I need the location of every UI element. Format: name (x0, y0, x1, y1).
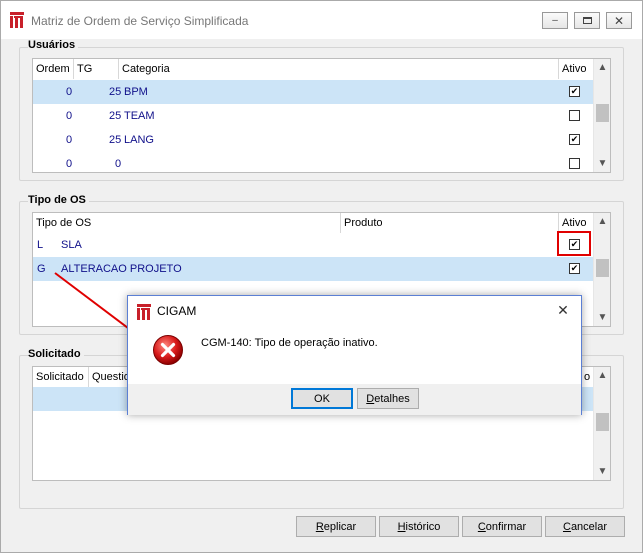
ativo-checkbox[interactable] (569, 110, 580, 121)
column-header-tipo-os[interactable]: Tipo de OS (33, 213, 341, 233)
tipo-os-scrollbar[interactable]: ▲ ▼ (593, 213, 610, 326)
scroll-up-icon[interactable]: ▲ (594, 213, 610, 230)
table-row[interactable]: 0 25 BPM ✔ (33, 80, 593, 104)
error-message: CGM-140: Tipo de operação inativo. (201, 337, 378, 349)
dialog-title: CIGAM (157, 304, 197, 318)
column-header-tg[interactable]: TG (74, 59, 119, 79)
table-row[interactable]: 0 25 LANG ✔ (33, 128, 593, 152)
cell-tg: 0 (115, 158, 122, 170)
usuarios-scrollbar[interactable]: ▲ ▼ (593, 59, 610, 172)
cell-categoria: BPM (124, 86, 148, 98)
cigam-logo-icon (10, 12, 24, 28)
table-row[interactable]: G ALTERACAO PROJETO ✔ (33, 257, 593, 281)
solicitado-scrollbar[interactable]: ▲ ▼ (593, 367, 610, 480)
cell-tg: 25 (109, 134, 122, 146)
tipo-os-grid-header: Tipo de OS Produto Ativo (33, 213, 593, 233)
close-icon: ✕ (557, 301, 569, 318)
column-header-produto[interactable]: Produto (341, 213, 559, 233)
ativo-checkbox[interactable]: ✔ (569, 86, 580, 97)
scroll-thumb[interactable] (596, 259, 609, 277)
cell-tg: 25 (109, 110, 122, 122)
main-window: Matriz de Ordem de Serviço Simplificada … (0, 0, 643, 553)
ativo-checkbox[interactable] (569, 158, 580, 169)
confirmar-button[interactable]: Confirmar (462, 516, 542, 537)
ok-label: OK (314, 392, 330, 405)
error-dialog: CIGAM ✕ CGM-140: Tipo de operação inativ… (127, 295, 582, 415)
detalhes-button[interactable]: Detalhes (357, 388, 419, 409)
highlight-box (557, 231, 591, 256)
usuarios-label: Usuários (28, 39, 79, 51)
replicar-label: Replicar (315, 520, 357, 533)
table-row[interactable]: 0 0 (33, 152, 593, 172)
historico-label: Histórico (397, 520, 441, 533)
cell-categoria: LANG (124, 134, 154, 146)
window-title: Matriz de Ordem de Serviço Simplificada (31, 14, 249, 28)
column-header-solicitado[interactable]: Solicitado (33, 367, 89, 387)
scroll-down-icon[interactable]: ▼ (594, 309, 610, 326)
scroll-thumb[interactable] (596, 413, 609, 431)
error-icon (153, 335, 183, 365)
close-button[interactable]: ✕ (606, 12, 632, 29)
ativo-checkbox[interactable]: ✔ (569, 263, 580, 274)
column-header-ordem[interactable]: Ordem (33, 59, 74, 79)
dialog-footer: OK Detalhes (128, 384, 581, 415)
close-icon: ✕ (613, 13, 625, 28)
cell-ordem: 0 (66, 158, 73, 170)
dialog-close-button[interactable]: ✕ (553, 300, 573, 320)
historico-button[interactable]: Histórico (379, 516, 459, 537)
table-row[interactable]: 0 25 TEAM (33, 104, 593, 128)
scroll-up-icon[interactable]: ▲ (594, 59, 610, 76)
confirmar-label: Confirmar (477, 520, 527, 533)
cell-categoria: TEAM (124, 110, 155, 122)
detalhes-label: Detalhes (366, 392, 410, 405)
restore-icon (582, 17, 592, 24)
minimize-button[interactable]: – (542, 12, 568, 29)
column-header-ativo[interactable]: Ativo (559, 213, 595, 233)
cancelar-button[interactable]: Cancelar (545, 516, 625, 537)
scroll-down-icon[interactable]: ▼ (594, 463, 610, 480)
usuarios-grid-header: Ordem TG Categoria Ativo (33, 59, 593, 79)
scroll-up-icon[interactable]: ▲ (594, 367, 610, 384)
column-header-categoria[interactable]: Categoria (119, 59, 559, 79)
usuarios-grid[interactable]: Ordem TG Categoria Ativo 0 25 BPM ✔ 0 25… (32, 58, 611, 173)
column-header-ativo[interactable]: Ativo (559, 59, 595, 79)
cell-ordem: 0 (66, 110, 73, 122)
scroll-down-icon[interactable]: ▼ (594, 155, 610, 172)
scroll-thumb[interactable] (596, 104, 609, 122)
solicitado-label: Solicitado (28, 348, 84, 360)
cell-descricao: ALTERACAO PROJETO (61, 263, 182, 275)
cell-tg: 25 (109, 86, 122, 98)
cell-ordem: 0 (66, 134, 73, 146)
title-bar: Matriz de Ordem de Serviço Simplificada … (1, 1, 642, 39)
cell-tipo: G (37, 263, 46, 275)
cell-descricao: SLA (61, 239, 82, 251)
cell-ordem: 0 (66, 86, 73, 98)
cigam-logo-icon (137, 304, 151, 320)
cell-tipo: L (37, 239, 44, 251)
restore-button[interactable] (574, 12, 600, 29)
replicar-button[interactable]: Replicar (296, 516, 376, 537)
cancelar-label: Cancelar (562, 520, 608, 533)
table-row[interactable]: L SLA ✔ (33, 233, 593, 257)
tipo-os-label: Tipo de OS (28, 194, 89, 206)
ok-button[interactable]: OK (291, 388, 353, 409)
minimize-icon: – (552, 15, 558, 26)
dialog-title-bar: CIGAM ✕ (128, 296, 581, 326)
dialog-body: CGM-140: Tipo de operação inativo. (128, 326, 581, 384)
ativo-checkbox[interactable]: ✔ (569, 134, 580, 145)
